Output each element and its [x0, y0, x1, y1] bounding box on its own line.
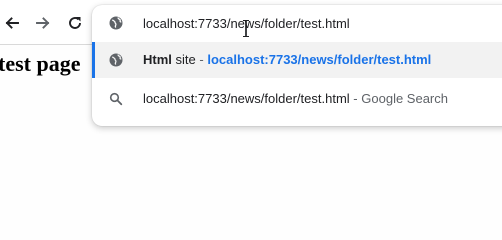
- suggestion-search-item[interactable]: localhost:7733/news/folder/test.html - G…: [92, 81, 502, 117]
- text-cursor-icon: [243, 19, 249, 38]
- globe-icon: [109, 16, 123, 30]
- suggestion-text: Html site - localhost:7733/news/folder/t…: [143, 52, 431, 67]
- search-icon: [109, 92, 123, 106]
- forward-button[interactable]: [33, 13, 53, 33]
- arrow-right-icon: [36, 17, 50, 29]
- globe-icon: [109, 53, 123, 67]
- suggestion-subtitle: site: [175, 52, 196, 67]
- arrow-left-icon: [5, 17, 19, 29]
- suggestion-text: localhost:7733/news/folder/test.html - G…: [143, 91, 448, 106]
- suggestion-separator: -: [353, 91, 358, 106]
- suggestion-title: Html: [143, 52, 172, 67]
- page-heading: test page: [0, 51, 81, 76]
- suggestion-engine: Google Search: [361, 91, 448, 106]
- reload-icon: [69, 17, 81, 29]
- suggestion-query: localhost:7733/news/folder/test.html: [143, 91, 350, 106]
- suggestion-separator: -: [199, 52, 204, 67]
- address-bar[interactable]: localhost:7733/news/folder/test.html: [92, 5, 502, 41]
- back-button[interactable]: [2, 13, 22, 33]
- suggestion-history-item[interactable]: Html site - localhost:7733/news/folder/t…: [92, 42, 502, 78]
- address-bar-dropdown: localhost:7733/news/folder/test.html Htm…: [92, 5, 502, 126]
- suggestion-url: localhost:7733/news/folder/test.html: [207, 52, 432, 67]
- selection-indicator: [92, 42, 95, 78]
- reload-button[interactable]: [65, 13, 85, 33]
